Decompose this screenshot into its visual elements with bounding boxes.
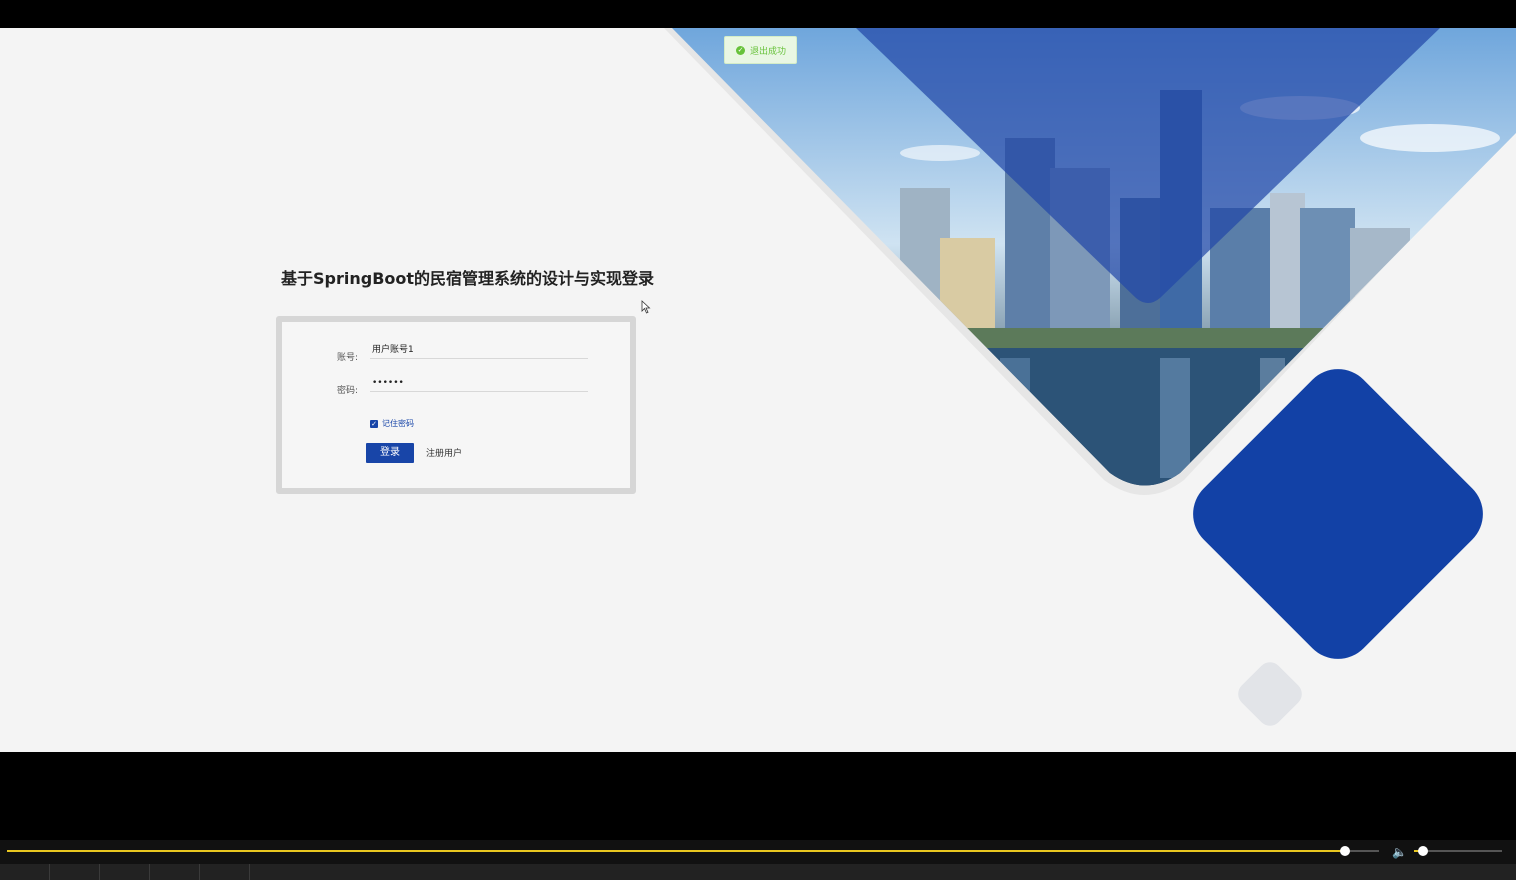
toast-message: 退出成功 [750, 46, 787, 57]
decorative-background [664, 28, 1516, 726]
mouse-cursor-icon [641, 300, 651, 314]
player-black-area [0, 752, 1516, 840]
account-input[interactable]: 用户账号1 [370, 341, 588, 359]
progress-fill [7, 850, 1345, 852]
login-page: ✓ 退出成功 基于SpringBoot的民宿管理系统的设计与实现登录 账号: 用… [0, 28, 1516, 752]
login-button[interactable]: 登录 [366, 443, 414, 463]
login-form: 账号: 用户账号1 密码: •••••• ✓ 记住密码 登录 注册用户 [276, 316, 636, 494]
register-link[interactable]: 注册用户 [426, 446, 462, 459]
gray-diamond-shape [1238, 662, 1302, 726]
strip-cell [50, 864, 100, 880]
page-title: 基于SpringBoot的民宿管理系统的设计与实现登录 [281, 269, 655, 288]
progress-knob[interactable] [1339, 846, 1350, 856]
bottom-strip [0, 864, 1516, 880]
logout-success-toast: ✓ 退出成功 [724, 36, 797, 64]
speaker-icon[interactable]: 🔈 [1392, 845, 1407, 859]
volume-knob[interactable] [1417, 846, 1428, 856]
strip-cell [200, 864, 250, 880]
top-black-bar [0, 0, 1516, 28]
strip-cell [100, 864, 150, 880]
remember-label: 记住密码 [382, 419, 414, 428]
account-label: 账号: [337, 353, 359, 363]
password-label: 密码: [337, 386, 359, 396]
player-controls: 🔈 [0, 840, 1516, 864]
strip-cell [150, 864, 200, 880]
check-circle-icon: ✓ [736, 45, 745, 55]
progress-bar[interactable] [7, 846, 1379, 856]
remember-checkbox[interactable]: ✓ [370, 419, 378, 428]
password-input[interactable]: •••••• [370, 374, 588, 392]
strip-cell [0, 864, 50, 880]
remember-password-option[interactable]: ✓ 记住密码 [370, 418, 414, 429]
volume-slider[interactable] [1414, 846, 1502, 856]
